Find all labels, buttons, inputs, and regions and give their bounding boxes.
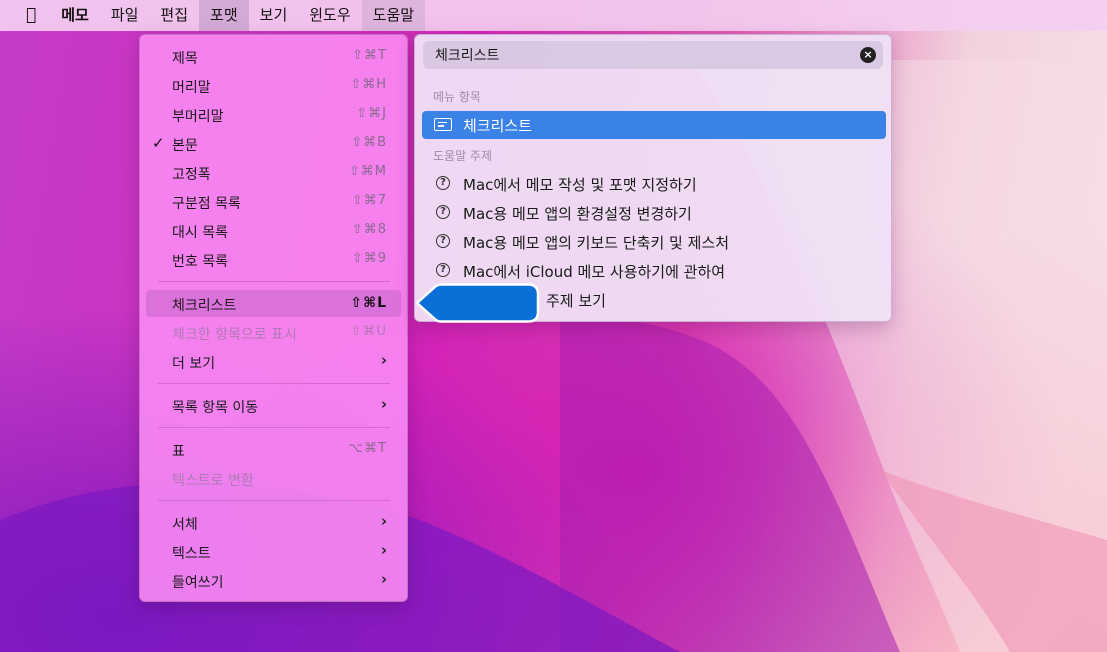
clear-search-icon[interactable]: × [860,47,876,63]
menu-item-label: 목록 항목 이동 [172,400,259,416]
help-topic-item[interactable]: ? Mac에서 iCloud 메모 사용하기에 관하여 [422,257,886,285]
menu-item-shortcut: ⇧⌘B [351,135,387,150]
menu-item-label: 텍스트로 변환 [172,473,254,489]
menu-separator [158,500,390,501]
menu-item-shortcut: ⌥⌘T [348,441,387,456]
menu-item-shortcut: ⇧⌘J [356,106,387,121]
menu-item-label: 표 [172,444,185,460]
menu-item-checklist[interactable]: 체크리스트 ⇧⌘L [146,290,401,317]
menu-item-label: 체크리스트 [172,298,237,314]
chevron-right-icon: › [380,512,387,530]
menu-item-label: 고정폭 [172,167,211,183]
checkmark-icon: ✓ [152,134,165,152]
menu-item-table[interactable]: 표 ⌥⌘T [146,436,401,463]
menu-item-label: 번호 목록 [172,254,228,270]
menu-item-dashed-list[interactable]: 대시 목록 ⇧⌘8 [146,217,401,244]
help-topic-item[interactable]: ? Mac용 메모 앱의 키보드 단축키 및 제스처 [422,228,886,256]
help-topic-item[interactable]: ? Mac용 메모 앱의 환경설정 변경하기 [422,199,886,227]
menu-item-title[interactable]: 제목 ⇧⌘T [146,43,401,70]
menubar-item-edit[interactable]: 편집 [149,0,199,31]
menu-item-heading[interactable]: 머리말 ⇧⌘H [146,72,401,99]
menu-item-shortcut: ⇧⌘M [348,164,387,179]
menu-item-label: 부머리말 [172,109,224,125]
menu-item-shortcut: ⇧⌘L [350,295,387,311]
menubar-item-file[interactable]: 파일 [100,0,150,31]
menu-item-convert-to-text: 텍스트로 변환 [146,465,401,492]
menu-item-mark-as-checked: 체크한 항목으로 표시 ⇧⌘U [146,319,401,346]
apple-menu-icon[interactable]:  [0,0,50,31]
menubar-item-window[interactable]: 윈도우 [298,0,361,31]
menu-item-shortcut: ⇧⌘H [350,77,387,92]
menu-item-label: 대시 목록 [172,225,228,241]
menu-item-shortcut: ⇧⌘9 [351,251,387,266]
question-mark-icon: ? [436,205,450,219]
menu-item-label: 제목 [172,51,198,67]
menu-location-pointer-icon [415,283,540,323]
menu-item-label: 머리말 [172,80,211,96]
menu-item-font[interactable]: 서체 › [146,509,401,536]
menu-item-label: 서체 [172,517,198,533]
menu-item-move-list-item[interactable]: 목록 항목 이동 › [146,392,401,419]
menu-bar:  메모 파일 편집 포맷 보기 윈도우 도움말 [0,0,1107,31]
chevron-right-icon: › [380,395,387,413]
menu-item-text[interactable]: 텍스트 › [146,538,401,565]
menu-item-label: 텍스트 [172,546,211,562]
help-topics-section-title: 도움말 주제 [433,149,493,163]
menu-item-monospaced[interactable]: 고정폭 ⇧⌘M [146,159,401,186]
menu-item-subheading[interactable]: 부머리말 ⇧⌘J [146,101,401,128]
menu-result-checklist[interactable]: 체크리스트 [422,111,886,139]
menu-item-bulleted-list[interactable]: 구분점 목록 ⇧⌘7 [146,188,401,215]
menubar-item-help[interactable]: 도움말 [361,0,426,31]
format-menu: 제목 ⇧⌘T 머리말 ⇧⌘H 부머리말 ⇧⌘J ✓ 본문 ⇧⌘B 고정폭 ⇧⌘M… [139,34,408,602]
menu-item-label: 더 보기 [172,356,216,372]
chevron-right-icon: › [380,351,387,369]
menu-separator [158,281,390,282]
menu-result-label: 체크리스트 [463,117,533,135]
show-all-topics-label: 주제 보기 [546,292,606,310]
help-topic-label: Mac에서 메모 작성 및 포맷 지정하기 [463,176,697,194]
checklist-menu-icon [434,118,452,131]
menu-item-label: 들여쓰기 [172,575,224,591]
menu-item-shortcut: ⇧⌘T [352,48,387,63]
chevron-right-icon: › [380,541,387,559]
question-mark-icon: ? [436,234,450,248]
help-topic-label: Mac에서 iCloud 메모 사용하기에 관하여 [463,263,726,281]
menu-separator [158,383,390,384]
help-search-panel: × 메뉴 항목 체크리스트 도움말 주제 ? Mac에서 메모 작성 및 포맷 … [414,34,892,322]
menu-item-label: 구분점 목록 [172,196,241,212]
menu-items-section-title: 메뉴 항목 [433,90,481,104]
menu-item-indentation[interactable]: 들여쓰기 › [146,567,401,594]
menubar-item-format[interactable]: 포맷 [199,0,249,31]
chevron-right-icon: › [380,570,387,588]
menubar-item-view[interactable]: 보기 [249,0,299,31]
menu-item-shortcut: ⇧⌘7 [351,193,387,208]
menu-item-label: 체크한 항목으로 표시 [172,327,297,343]
menu-item-numbered-list[interactable]: 번호 목록 ⇧⌘9 [146,246,401,273]
menu-item-body[interactable]: ✓ 본문 ⇧⌘B [146,130,401,157]
menu-item-shortcut: ⇧⌘U [350,324,387,339]
menu-separator [158,427,390,428]
menubar-item-notes[interactable]: 메모 [50,0,100,31]
menu-item-label: 본문 [172,138,198,154]
menu-item-more[interactable]: 더 보기 › [146,348,401,375]
question-mark-icon: ? [436,176,450,190]
help-topic-item[interactable]: ? Mac에서 메모 작성 및 포맷 지정하기 [422,170,886,198]
menu-item-shortcut: ⇧⌘8 [351,222,387,237]
question-mark-icon: ? [436,263,450,277]
help-topic-label: Mac용 메모 앱의 환경설정 변경하기 [463,205,692,223]
help-search-input[interactable] [435,45,835,65]
help-topic-label: Mac용 메모 앱의 키보드 단축키 및 제스처 [463,234,729,252]
help-search-field: × [423,41,883,69]
